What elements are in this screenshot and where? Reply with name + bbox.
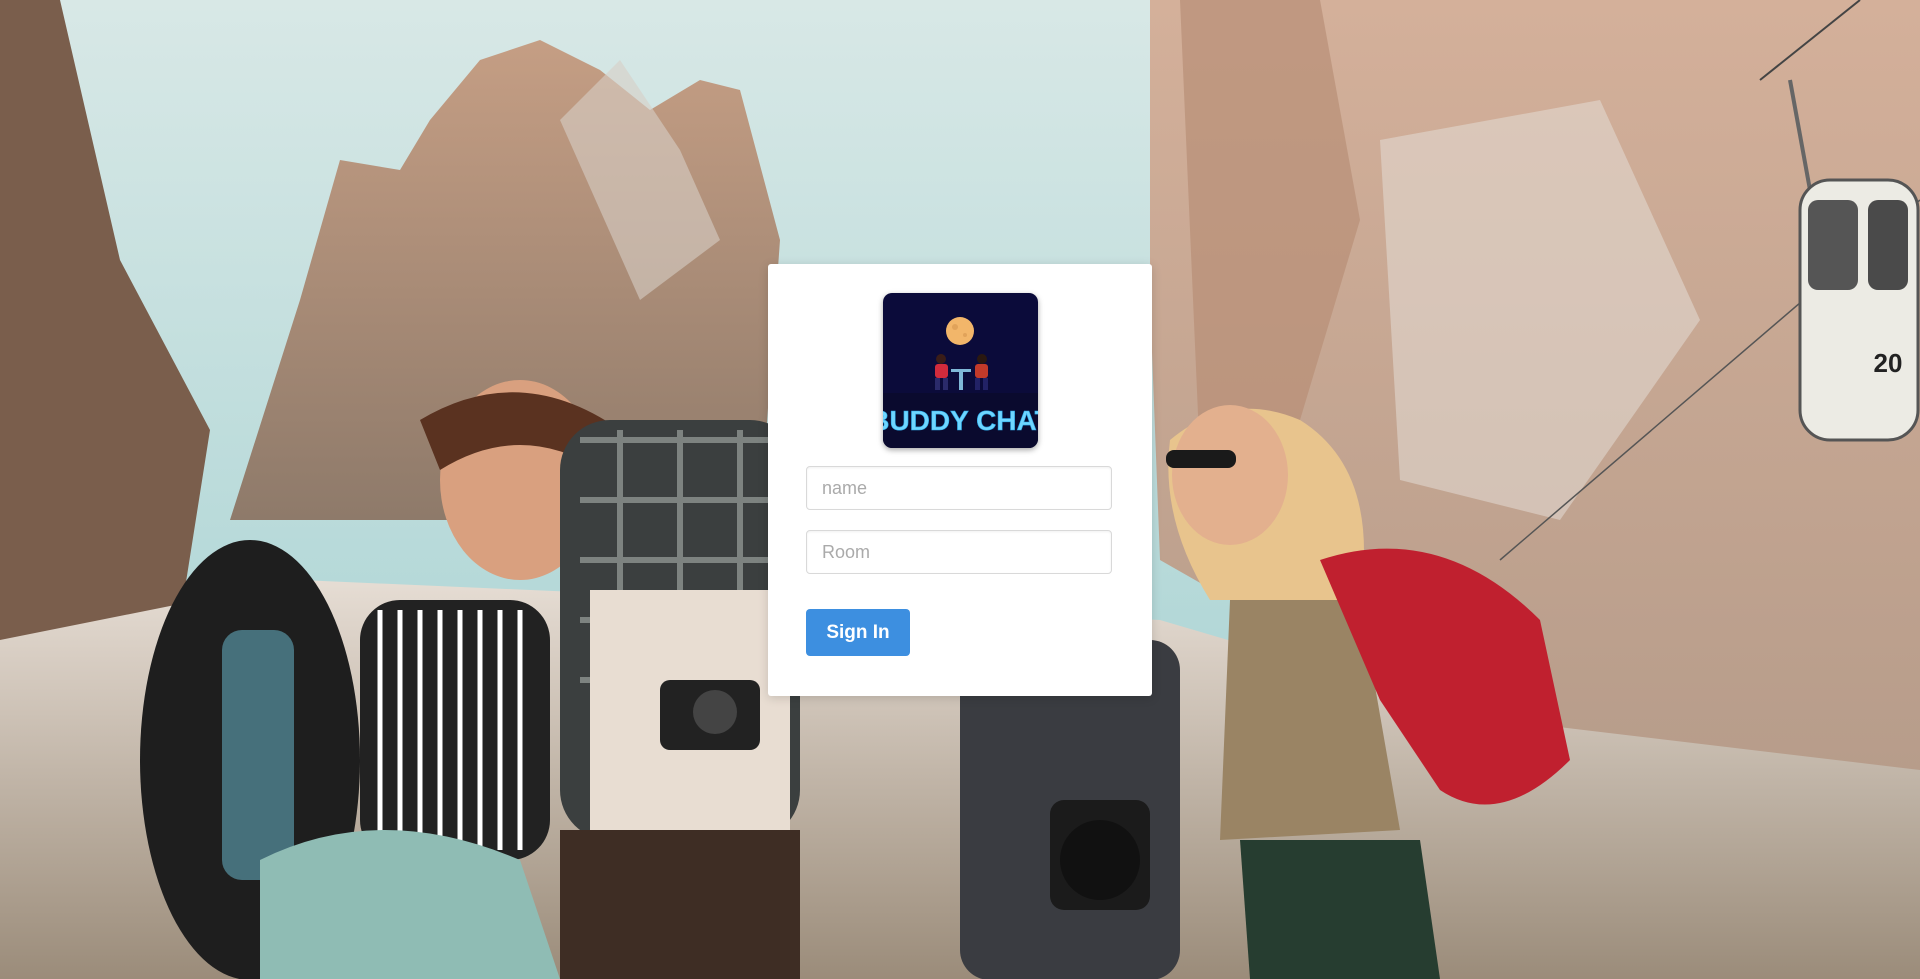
login-card: BUDDY CHAT Sign In [768, 264, 1152, 696]
name-input[interactable] [806, 466, 1112, 510]
moon-couple-table-icon: BUDDY CHAT [883, 293, 1038, 448]
sign-in-button[interactable]: Sign In [806, 609, 910, 656]
logo-text: BUDDY CHAT [883, 405, 1038, 436]
room-input[interactable] [806, 530, 1112, 574]
svg-text:20: 20 [1874, 348, 1903, 378]
buddy-chat-logo: BUDDY CHAT [883, 293, 1038, 448]
